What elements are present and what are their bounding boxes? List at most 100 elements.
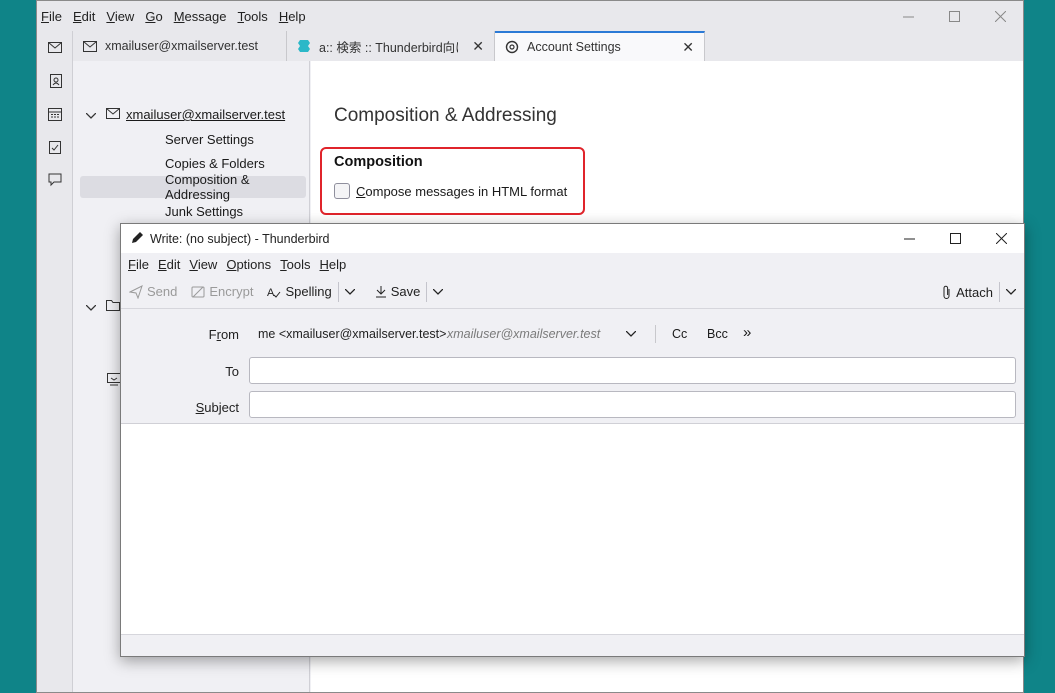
minimize-icon	[902, 16, 914, 17]
close-window-button[interactable]	[977, 1, 1023, 31]
minimize-icon	[903, 238, 915, 240]
menu-edit[interactable]: Edit	[73, 9, 95, 24]
header-separator	[655, 325, 656, 343]
from-identity-select[interactable]: me <xmailuser@xmailserver.test>	[258, 327, 446, 341]
main-menubar: File Edit View Go Message Tools Help	[37, 1, 1023, 31]
compose-menu-file[interactable]: File	[128, 257, 149, 272]
send-button[interactable]: Send	[129, 284, 177, 299]
compose-headers: From me <xmailuser@xmailserver.test> xma…	[121, 309, 1024, 424]
spelling-button[interactable]: A Spelling	[267, 284, 331, 299]
space-chat-button[interactable]	[37, 163, 73, 196]
menu-go[interactable]: Go	[145, 9, 162, 24]
account-name[interactable]: xmailuser@xmailserver.test	[126, 107, 285, 122]
compose-titlebar: Write: (no subject) - Thunderbird	[121, 224, 1024, 253]
bcc-button[interactable]: Bcc	[707, 327, 728, 341]
main-window-controls	[885, 1, 1023, 31]
toolbar-separator	[426, 281, 428, 302]
subject-field[interactable]	[249, 391, 1016, 418]
maximize-icon	[948, 10, 960, 22]
html-format-label[interactable]: Compose messages in HTML format	[356, 184, 567, 199]
tab-label: a:: 検索 :: Thunderbird向けア	[319, 40, 458, 55]
compose-window-title: Write: (no subject) - Thunderbird	[150, 231, 330, 246]
encrypt-button[interactable]: Encrypt	[191, 284, 253, 299]
compose-maximize-button[interactable]	[932, 224, 978, 253]
toolbar-separator	[337, 281, 339, 302]
close-tab-icon[interactable]: ✕	[682, 39, 694, 56]
compose-menubar: File Edit View Options Tools Help	[121, 253, 1024, 275]
compose-window: Write: (no subject) - Thunderbird File E…	[120, 223, 1025, 657]
save-button[interactable]: Save	[375, 284, 420, 299]
compose-menu-tools[interactable]: Tools	[280, 257, 310, 272]
html-format-option[interactable]: Compose messages in HTML format	[334, 183, 567, 199]
message-body-editor[interactable]	[121, 424, 1024, 635]
tasks-icon	[49, 140, 61, 154]
tab-label: xmailuser@xmailserver.test	[105, 39, 259, 53]
folder-icon	[106, 299, 120, 314]
local-folders-tree-row[interactable]	[85, 299, 120, 314]
composition-section-title: Composition	[334, 154, 423, 170]
mail-icon	[83, 39, 97, 53]
menu-message[interactable]: Message	[174, 9, 227, 24]
close-icon	[995, 233, 1007, 244]
html-format-checkbox[interactable]	[334, 183, 350, 199]
compose-window-controls	[886, 224, 1024, 253]
mail-icon	[48, 42, 62, 53]
maximize-button[interactable]	[931, 1, 977, 31]
compose-close-button[interactable]	[978, 224, 1024, 253]
menu-tools[interactable]: Tools	[237, 9, 267, 24]
outgoing-server-row[interactable]	[107, 373, 121, 389]
pencil-icon	[131, 231, 144, 247]
sidebar-item-server-settings[interactable]: Server Settings	[80, 128, 306, 150]
tab-account-settings[interactable]: Account Settings ✕	[495, 31, 705, 61]
svg-text:A: A	[267, 287, 275, 299]
space-tasks-button[interactable]	[37, 130, 73, 163]
more-addressing-button[interactable]: »	[743, 324, 751, 341]
chevron-down-icon[interactable]	[85, 299, 102, 314]
menu-view[interactable]: View	[106, 9, 134, 24]
from-dropdown-chevron-down-icon[interactable]	[625, 325, 637, 340]
cc-button[interactable]: Cc	[672, 327, 687, 341]
save-dropdown-chevron-down-icon[interactable]	[433, 288, 444, 295]
minimize-button[interactable]	[885, 1, 931, 31]
sidebar-item-composition-addressing[interactable]: Composition & Addressing	[80, 172, 306, 202]
close-tab-icon[interactable]: ✕	[472, 38, 484, 55]
compose-minimize-button[interactable]	[886, 224, 932, 253]
menu-help[interactable]: Help	[279, 9, 306, 24]
tab-mail[interactable]: xmailuser@xmailserver.test	[73, 31, 287, 61]
send-icon	[129, 284, 143, 299]
maximize-icon	[949, 233, 961, 244]
encrypt-icon	[191, 285, 205, 299]
toolbar-separator	[999, 282, 1000, 302]
attach-dropdown-chevron-down-icon[interactable]	[1006, 289, 1016, 295]
sidebar-item-junk-settings[interactable]: Junk Settings	[80, 200, 306, 222]
compose-menu-view[interactable]: View	[189, 257, 217, 272]
space-calendar-button[interactable]	[37, 97, 73, 130]
account-tree-row[interactable]: xmailuser@xmailserver.test	[85, 107, 285, 122]
subject-label: Subject	[195, 400, 239, 415]
compose-menu-edit[interactable]: Edit	[158, 257, 180, 272]
spelling-icon: A	[267, 285, 281, 299]
spaces-toolbar	[37, 31, 73, 692]
menu-file[interactable]: File	[41, 9, 62, 24]
to-label: To	[225, 364, 239, 379]
settings-icon	[505, 40, 519, 54]
compose-menu-help[interactable]: Help	[320, 257, 347, 272]
paperclip-icon	[942, 285, 952, 299]
to-field[interactable]	[249, 357, 1016, 384]
from-email-hint: xmailuser@xmailserver.test	[447, 327, 601, 341]
sidebar-item-copies-folders[interactable]: Copies & Folders	[80, 152, 306, 174]
compose-statusbar	[121, 634, 1024, 656]
chat-icon	[48, 173, 62, 186]
compose-toolbar: Send Encrypt A Spelling Save Attach	[121, 275, 1024, 309]
space-mail-button[interactable]	[37, 31, 73, 64]
close-icon	[994, 10, 1006, 22]
spelling-dropdown-chevron-down-icon[interactable]	[344, 288, 355, 295]
mail-icon	[106, 107, 120, 122]
compose-menu-options[interactable]: Options	[226, 257, 271, 272]
calendar-icon	[48, 107, 62, 121]
space-addressbook-button[interactable]	[37, 64, 73, 97]
attach-button[interactable]: Attach	[942, 285, 993, 300]
chevron-down-icon[interactable]	[85, 108, 102, 122]
tabbar: xmailuser@xmailserver.test a:: 検索 :: Thu…	[73, 31, 1023, 61]
tab-addon-search[interactable]: a:: 検索 :: Thunderbird向けア ✕	[287, 31, 495, 61]
